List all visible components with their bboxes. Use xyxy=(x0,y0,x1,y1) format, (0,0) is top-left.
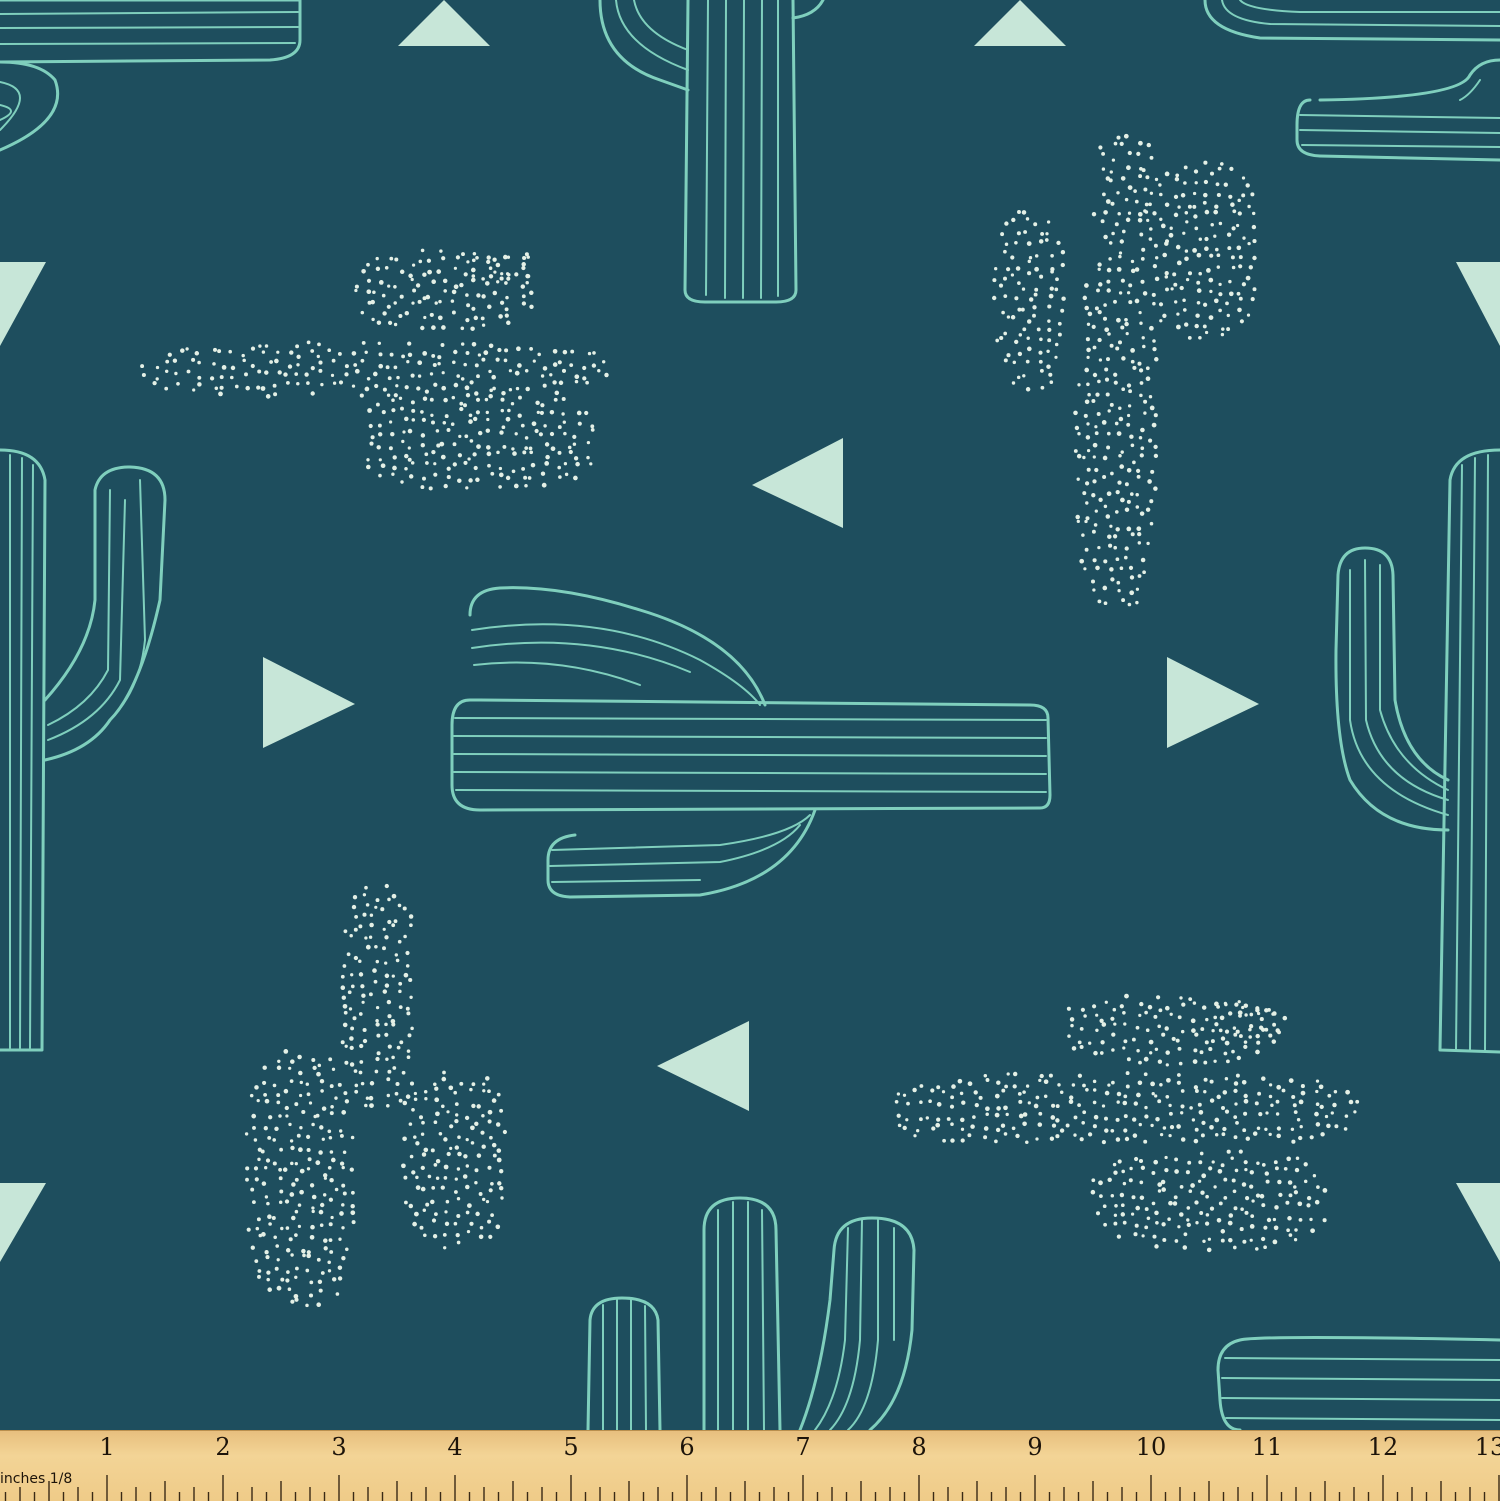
ruler-number: 11 xyxy=(1251,1433,1283,1461)
ruler-number: 10 xyxy=(1135,1433,1167,1461)
ruler-number: 5 xyxy=(563,1433,579,1461)
fabric-background xyxy=(0,0,1500,1500)
measuring-ruler: inches 1/8 1 2 3 4 5 6 7 8 9 10 11 12 13 xyxy=(0,1430,1500,1501)
ruler-number: 7 xyxy=(795,1433,811,1461)
cactus-fabric-pattern xyxy=(0,0,1500,1500)
ruler-number: 12 xyxy=(1367,1433,1399,1461)
ruler-unit-label: inches 1/8 xyxy=(0,1471,73,1487)
ruler-number: 9 xyxy=(1027,1433,1043,1461)
ruler-number: 4 xyxy=(447,1433,463,1461)
ruler-number: 6 xyxy=(679,1433,695,1461)
ruler-number: 1 xyxy=(99,1433,115,1461)
ruler-number: 3 xyxy=(331,1433,347,1461)
ruler-number: 2 xyxy=(215,1433,231,1461)
ruler-number: 8 xyxy=(911,1433,927,1461)
ruler-number: 13 xyxy=(1474,1433,1500,1461)
